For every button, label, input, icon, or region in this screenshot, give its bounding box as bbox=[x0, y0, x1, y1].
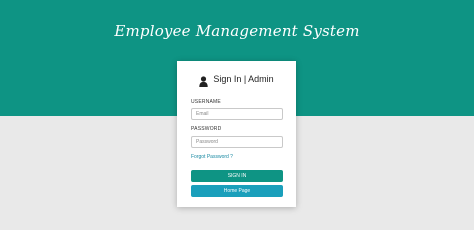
password-label: PASSWORD bbox=[191, 126, 222, 132]
card-title: Sign In | Admin bbox=[213, 74, 274, 84]
login-card: Sign In | Admin USERNAME PASSWORD Forgot… bbox=[177, 61, 296, 207]
forgot-password-link[interactable]: Forgot Password ? bbox=[191, 154, 233, 160]
login-page: Employee Management System Sign In | Adm… bbox=[0, 0, 474, 230]
card-header: Sign In | Admin bbox=[177, 72, 296, 87]
user-icon bbox=[199, 74, 209, 87]
app-title: Employee Management System bbox=[114, 22, 360, 40]
username-label: USERNAME bbox=[191, 99, 221, 105]
sign-in-button[interactable]: SIGN IN bbox=[191, 170, 283, 182]
home-page-button[interactable]: Home Page bbox=[191, 185, 283, 197]
username-input[interactable] bbox=[191, 108, 283, 120]
password-input[interactable] bbox=[191, 136, 283, 148]
